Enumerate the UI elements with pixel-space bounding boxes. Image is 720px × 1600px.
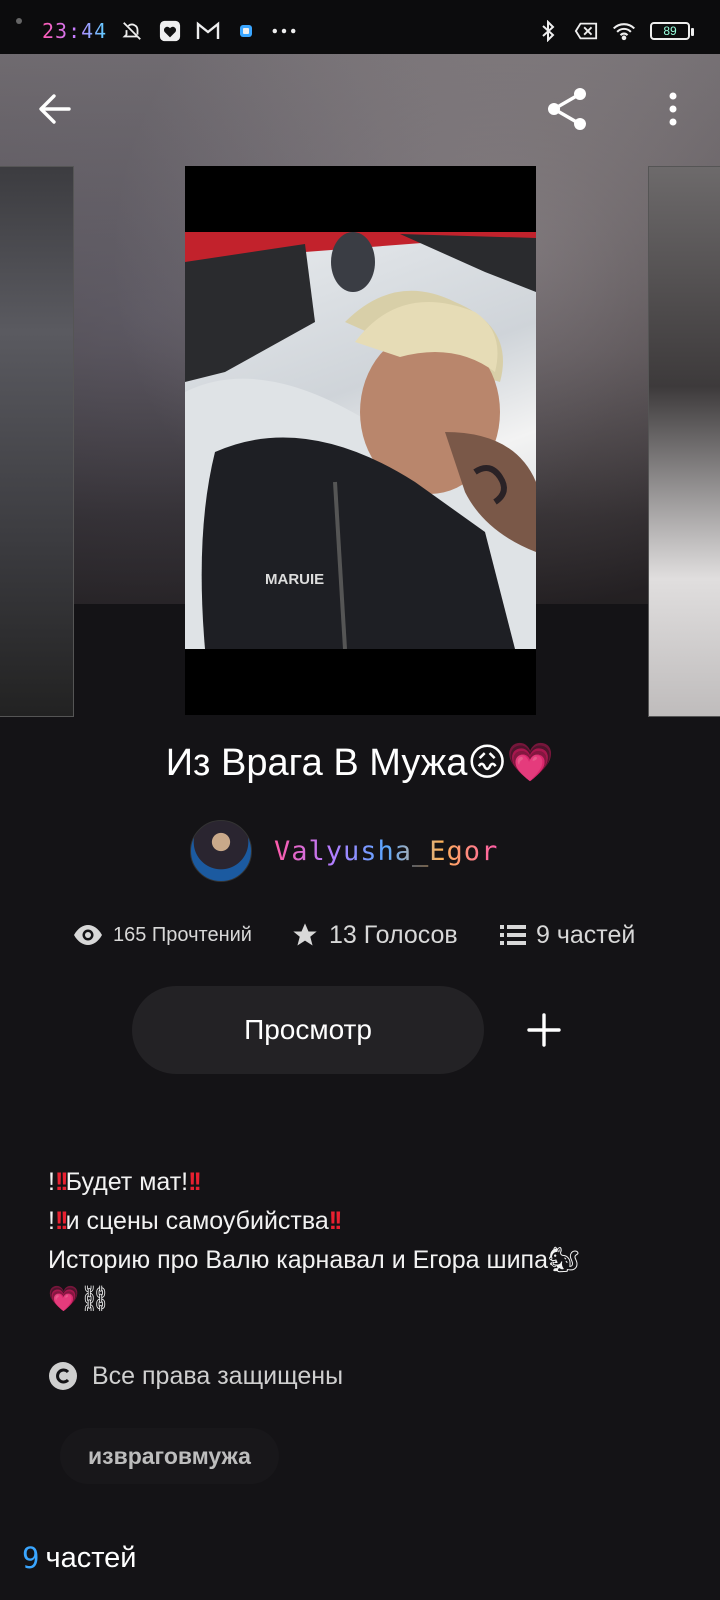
status-time: 23:44	[42, 19, 108, 43]
battery-indicator: 89	[650, 22, 694, 40]
parts-count: 9 частей	[536, 920, 636, 949]
parts-header: 9 частей	[22, 1538, 137, 1578]
star-icon	[293, 923, 317, 946]
back-button[interactable]	[30, 84, 80, 134]
story-cover[interactable]: MARUIE	[185, 166, 536, 715]
svg-text:MARUIE: MARUIE	[265, 571, 324, 588]
no-sim-icon	[574, 20, 598, 42]
description-line-3: Историю про Валю карнавал и Егора шипа🐿	[48, 1246, 580, 1274]
description-line-4: 💗⛓	[48, 1285, 111, 1313]
app-icon	[234, 20, 258, 42]
cover-photo: MARUIE	[185, 232, 536, 649]
arrow-left-icon	[39, 94, 71, 124]
parts-label: частей	[45, 1541, 137, 1574]
plus-icon	[527, 1013, 561, 1047]
copyright-icon	[49, 1362, 77, 1390]
share-icon	[548, 88, 586, 130]
author-name[interactable]: Valyusha_Egor	[274, 836, 498, 867]
eye-icon	[74, 925, 102, 945]
reads-count: 165 Прочтений	[113, 923, 252, 946]
votes-count: 13 Голосов	[329, 920, 458, 949]
author-row[interactable]: Valyusha_Egor	[190, 820, 498, 882]
story-description: !!!Будет мат!!! !!!и сцены самоубийства!…	[48, 1163, 688, 1319]
description-line-2: !!!и сцены самоубийства!!	[48, 1207, 342, 1235]
next-cover[interactable]	[648, 166, 720, 717]
share-button[interactable]	[542, 84, 592, 134]
add-to-library-button[interactable]	[500, 990, 588, 1070]
story-title: Из Врага В Мужа😖💗	[165, 742, 555, 784]
story-tag[interactable]: извраговмужа	[60, 1428, 279, 1484]
camera-dot	[16, 18, 22, 24]
more-vertical-icon	[669, 92, 677, 126]
system-icons: 89	[536, 20, 694, 42]
heart-app-icon	[158, 20, 182, 42]
wifi-icon	[612, 20, 636, 42]
bell-off-icon	[120, 20, 144, 42]
description-line-1: !!!Будет мат!!!	[48, 1168, 202, 1196]
parts-stat: 9 частей	[500, 915, 635, 955]
previous-cover[interactable]	[0, 166, 74, 717]
view-button[interactable]: Просмотр	[132, 986, 484, 1074]
copyright-text: Все права защищены	[92, 1361, 344, 1390]
copyright-row: Все права защищены	[48, 1356, 343, 1396]
votes-stat: 13 Голосов	[291, 915, 458, 955]
top-toolbar	[0, 54, 720, 164]
story-stats: 165 Прочтений 13 Голосов 9 частей	[0, 915, 720, 955]
list-icon	[500, 925, 526, 945]
more-options-button[interactable]	[648, 84, 698, 134]
author-avatar[interactable]	[190, 820, 252, 882]
reads-stat: 165 Прочтений	[73, 915, 252, 955]
bluetooth-icon	[536, 20, 560, 42]
more-notifications-icon	[272, 20, 296, 42]
notification-icons	[120, 20, 296, 42]
parts-number: 9	[22, 1541, 40, 1575]
status-bar: 23:44 89	[0, 0, 720, 54]
gmail-icon	[196, 20, 220, 42]
